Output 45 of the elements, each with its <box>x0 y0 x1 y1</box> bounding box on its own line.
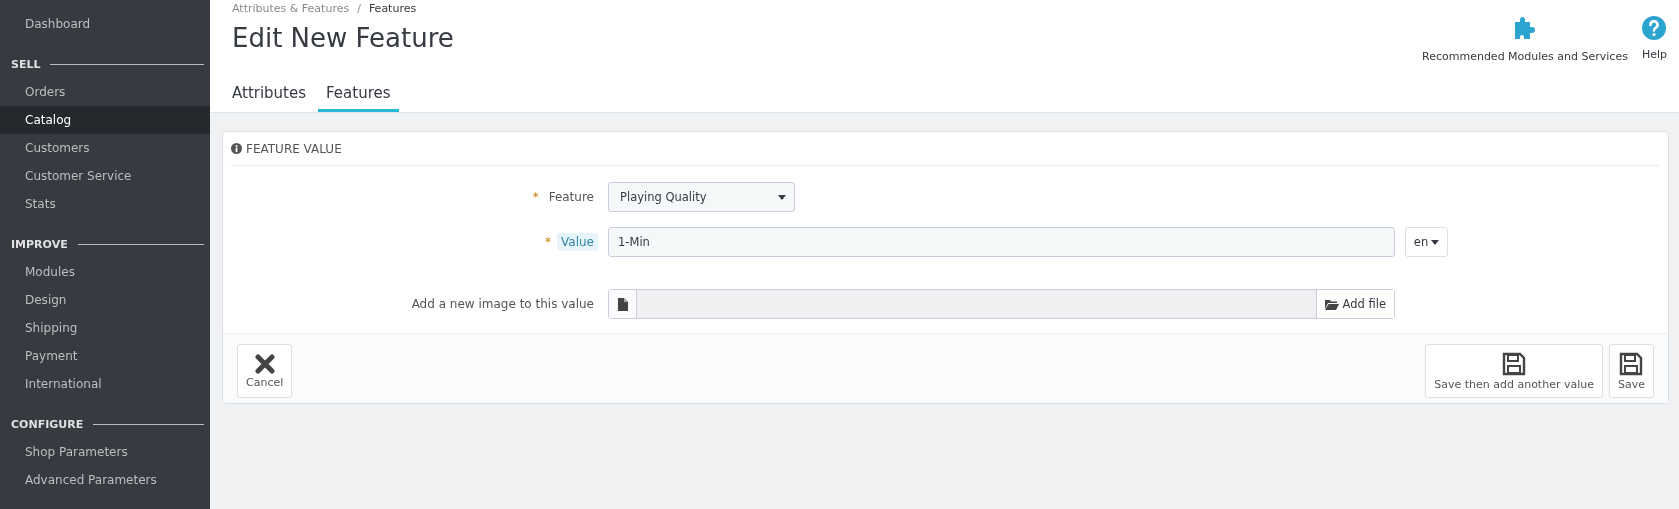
caret-icon <box>778 194 786 200</box>
save-button[interactable]: Save then add another value <box>1425 344 1603 398</box>
add-file-button[interactable]: Add file <box>1315 290 1394 318</box>
cancel-button[interactable]: Cancel <box>237 344 293 398</box>
page-title: Edit New Feature <box>232 23 454 53</box>
value-input[interactable]: 1-Min <box>608 227 1395 257</box>
field-label: Add a new image to this value <box>410 296 595 313</box>
save-button[interactable]: Save <box>1609 344 1654 398</box>
toolbar-link[interactable]: Help <box>1641 48 1667 61</box>
sidebar-item[interactable]: Payment <box>0 342 210 370</box>
sidebar-item[interactable]: Customers <box>0 134 210 162</box>
sidebar-item[interactable]: Orders <box>0 78 210 106</box>
sidebar-item[interactable]: Advanced Parameters <box>0 466 210 494</box>
sidebar-section-title: IMPROVE <box>11 237 68 251</box>
tab[interactable]: Attributes <box>232 81 315 112</box>
panel-heading: FEATURE VALUE <box>246 141 342 156</box>
sidebar-item[interactable]: Stats <box>0 190 210 218</box>
sidebar-item[interactable]: Dashboard <box>0 10 210 38</box>
sidebar-section-title: CONFIGURE <box>11 417 84 431</box>
sidebar-item[interactable]: Modules <box>0 258 210 286</box>
file-icon <box>617 297 628 311</box>
sidebar-item[interactable]: Shop Parameters <box>0 438 210 466</box>
language-dropdown[interactable]: en <box>1405 227 1448 257</box>
toolbar-link[interactable]: Recommended Modules and Services <box>1422 50 1628 63</box>
required-marker: * <box>532 190 539 204</box>
tab[interactable]: Features <box>318 81 399 112</box>
close-icon <box>254 353 275 374</box>
sidebar-item[interactable]: Design <box>0 286 210 314</box>
required-marker: * <box>545 235 552 249</box>
help-icon <box>1642 16 1667 40</box>
field-label: Feature <box>547 189 595 206</box>
info-icon <box>231 143 242 154</box>
folder-icon <box>1324 298 1339 310</box>
sidebar-item[interactable]: Customer Service <box>0 162 210 190</box>
field-label: Value <box>557 233 598 251</box>
breadcrumb-link[interactable]: Features <box>368 2 417 15</box>
breadcrumb-link[interactable]: Attributes & Features <box>232 2 350 15</box>
sidebar-item[interactable]: Shipping <box>0 314 210 342</box>
caret-icon <box>1431 239 1440 245</box>
file-field[interactable]: Add file <box>608 289 1395 319</box>
breadcrumb-separator: / <box>357 2 361 15</box>
sidebar-section-title: SELL <box>11 57 41 71</box>
feature-select[interactable]: Playing Quality <box>608 182 795 212</box>
sidebar-item[interactable]: Catalog <box>0 106 210 134</box>
sidebar-item[interactable]: International <box>0 370 210 398</box>
